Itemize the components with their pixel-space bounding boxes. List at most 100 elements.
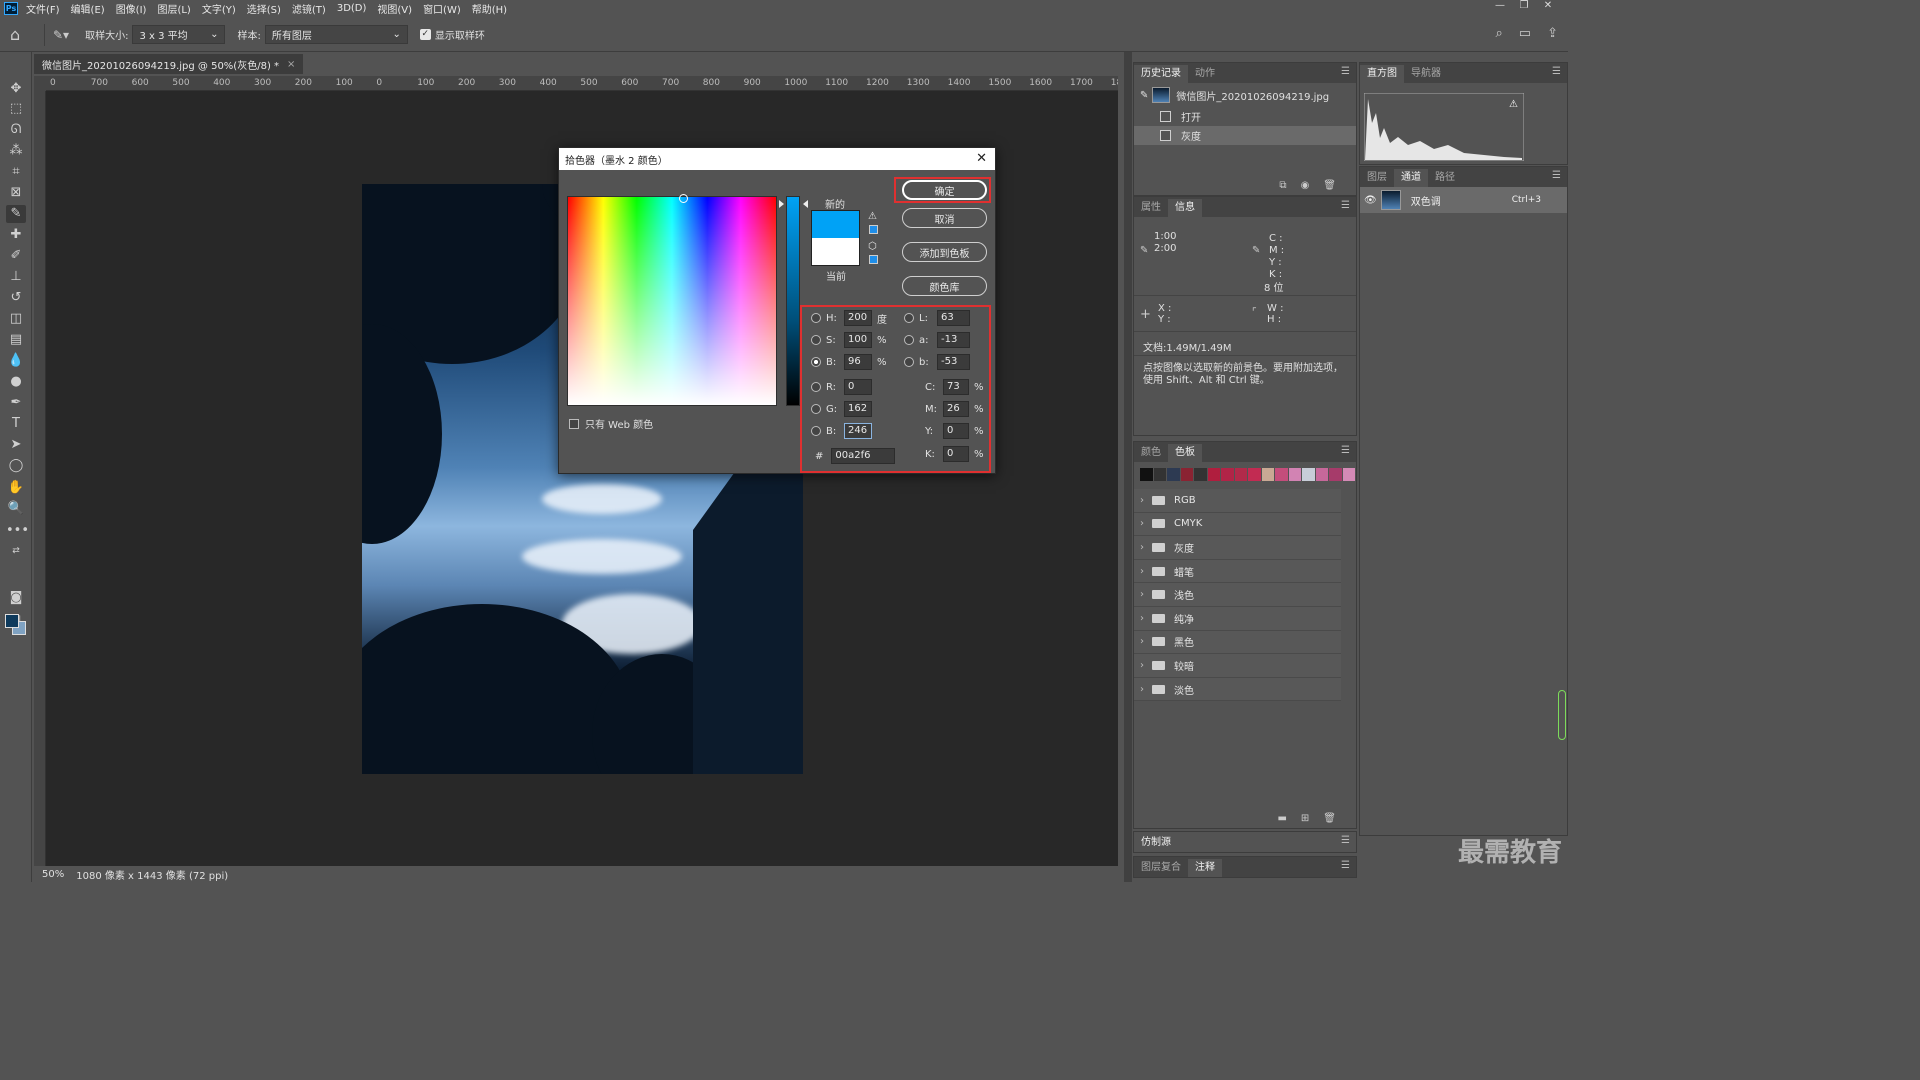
brightness-input[interactable]: 96: [844, 354, 872, 370]
color-swatch[interactable]: [1275, 468, 1288, 481]
search-icon[interactable]: ⌕: [1496, 26, 1503, 41]
panel-menu-icon[interactable]: ☰: [1552, 170, 1561, 181]
yellow-input[interactable]: 0: [943, 423, 969, 439]
menu-file[interactable]: 文件(F): [26, 1, 60, 16]
color-swatch[interactable]: [1329, 468, 1342, 481]
black-input[interactable]: 0: [943, 446, 969, 462]
menu-3d[interactable]: 3D(D): [337, 3, 367, 14]
cyan-input[interactable]: 73: [943, 379, 969, 395]
trash-icon[interactable]: 🗑: [1323, 813, 1336, 824]
channel-row[interactable]: 👁 双色调 Ctrl+3: [1360, 187, 1567, 213]
history-step[interactable]: 灰度: [1134, 126, 1356, 145]
tab-swatches[interactable]: 色板: [1168, 444, 1202, 462]
tab-color[interactable]: 颜色: [1134, 444, 1168, 462]
panel-menu-icon[interactable]: ☰: [1341, 200, 1350, 211]
marquee-tool-icon[interactable]: ⬚: [6, 100, 26, 118]
ok-button[interactable]: 确定: [902, 180, 987, 200]
stamp-tool-icon[interactable]: ⊥: [6, 268, 26, 286]
menu-type[interactable]: 文字(Y): [202, 1, 236, 16]
color-swatch[interactable]: [1153, 468, 1166, 481]
saturation-input[interactable]: 100: [844, 332, 872, 348]
menu-help[interactable]: 帮助(H): [472, 1, 507, 16]
sample-size-select[interactable]: 3 x 3 平均 ⌄: [132, 25, 226, 44]
tab-channels[interactable]: 通道: [1394, 169, 1428, 187]
eyedropper-preset-icon[interactable]: ✎▾: [53, 28, 69, 42]
brush-tool-icon[interactable]: ✐: [6, 247, 26, 265]
dodge-tool-icon[interactable]: ●: [6, 373, 26, 391]
out-of-gamut-warning-icon[interactable]: ⚠: [868, 211, 877, 222]
color-swatch[interactable]: [1342, 468, 1355, 481]
hue-input[interactable]: 200: [844, 310, 872, 326]
color-swatch[interactable]: [1302, 468, 1315, 481]
menu-filter[interactable]: 滤镜(T): [292, 1, 326, 16]
menu-window[interactable]: 窗口(W): [423, 1, 461, 16]
hand-tool-icon[interactable]: ✋: [6, 479, 26, 497]
panel-menu-icon[interactable]: ☰: [1341, 66, 1350, 77]
crop-tool-icon[interactable]: ⌗: [6, 163, 26, 181]
web-safe-cube-icon[interactable]: ⬡: [868, 241, 877, 252]
color-field-cursor[interactable]: [679, 194, 688, 203]
web-safe-swatch[interactable]: [869, 255, 878, 264]
menu-select[interactable]: 选择(S): [247, 1, 281, 16]
lab-a-radio[interactable]: [904, 335, 914, 345]
new-document-icon[interactable]: ⧉: [1279, 180, 1286, 191]
close-tab-icon[interactable]: ×: [287, 59, 295, 70]
eraser-tool-icon[interactable]: ◫: [6, 310, 26, 328]
color-swatch[interactable]: [1261, 468, 1274, 481]
magic-wand-tool-icon[interactable]: ⁂: [6, 142, 26, 160]
green-radio[interactable]: [811, 404, 821, 414]
menu-layer[interactable]: 图层(L): [157, 1, 190, 16]
panel-menu-icon[interactable]: ☰: [1341, 860, 1350, 871]
tab-info[interactable]: 信息: [1168, 199, 1202, 217]
add-to-swatches-button[interactable]: 添加到色板: [902, 242, 987, 262]
tab-history[interactable]: 历史记录: [1134, 65, 1188, 83]
history-brush-source-icon[interactable]: ✎: [1140, 90, 1148, 101]
color-libraries-button[interactable]: 颜色库: [902, 276, 987, 296]
move-tool-icon[interactable]: ✥: [6, 80, 26, 98]
trash-icon[interactable]: 🗑: [1323, 180, 1336, 191]
more-tools-icon[interactable]: •••: [6, 522, 29, 540]
share-icon[interactable]: ⇪: [1547, 26, 1558, 41]
sample-select[interactable]: 所有图层 ⌄: [264, 25, 408, 44]
lab-l-input[interactable]: 63: [937, 310, 970, 326]
red-input[interactable]: 0: [844, 379, 872, 395]
panel-menu-icon[interactable]: ☰: [1341, 835, 1350, 846]
status-info[interactable]: 1080 像素 x 1443 像素 (72 ppi): [76, 867, 228, 882]
tab-notes[interactable]: 注释: [1188, 859, 1222, 877]
hue-radio[interactable]: [811, 313, 821, 323]
gradient-tool-icon[interactable]: ▤: [6, 331, 26, 349]
cache-warning-icon[interactable]: ⚠: [1509, 99, 1518, 110]
color-swatch[interactable]: [1315, 468, 1328, 481]
swap-colors-icon[interactable]: ⇄: [6, 542, 26, 560]
lab-b-radio[interactable]: [904, 357, 914, 367]
minimize-icon[interactable]: —: [1488, 0, 1512, 11]
color-swatch[interactable]: [1288, 468, 1301, 481]
tab-actions[interactable]: 动作: [1188, 65, 1222, 83]
camera-icon[interactable]: ◉: [1301, 180, 1310, 191]
tab-layers[interactable]: 图层: [1360, 169, 1394, 187]
pen-tool-icon[interactable]: ✒: [6, 394, 26, 412]
color-swatch[interactable]: [1248, 468, 1261, 481]
menu-view[interactable]: 视图(V): [377, 1, 412, 16]
menu-edit[interactable]: 编辑(E): [71, 1, 105, 16]
tab-layer-comps[interactable]: 图层复合: [1134, 859, 1188, 877]
color-swatch[interactable]: [1207, 468, 1220, 481]
slider-handle-right-icon[interactable]: [803, 200, 808, 208]
color-swatch[interactable]: [1221, 468, 1234, 481]
current-color-swatch[interactable]: [811, 238, 860, 266]
cancel-button[interactable]: 取消: [902, 208, 987, 228]
workspace-icon[interactable]: ▭: [1519, 26, 1531, 41]
brightness-slider[interactable]: [786, 196, 800, 406]
history-snapshot[interactable]: ✎ 微信图片_20201026094219.jpg: [1134, 83, 1356, 107]
web-only-checkbox[interactable]: [569, 418, 579, 429]
swatch-folder[interactable]: › 蜡笔: [1134, 559, 1341, 584]
status-zoom[interactable]: 50%: [42, 869, 64, 880]
green-input[interactable]: 162: [844, 401, 872, 417]
path-select-icon[interactable]: ➤: [6, 436, 26, 454]
color-swatch[interactable]: [1167, 468, 1180, 481]
lab-b-input[interactable]: -53: [937, 354, 970, 370]
show-ring-checkbox[interactable]: ✓: [419, 29, 431, 40]
swatch-folder[interactable]: › 纯净: [1134, 606, 1341, 631]
frame-tool-icon[interactable]: ⊠: [6, 184, 26, 202]
tab-properties[interactable]: 属性: [1134, 199, 1168, 217]
